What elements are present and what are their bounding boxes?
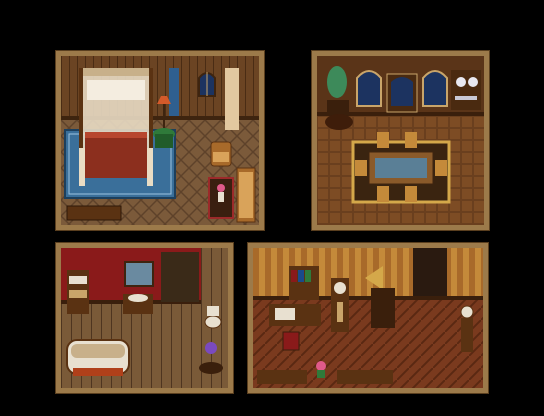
bookshelf[interactable] — [289, 266, 319, 300]
arched-window[interactable] — [356, 70, 382, 107]
bedroom-room — [55, 50, 265, 231]
dining-room — [311, 50, 490, 231]
bathtub[interactable] — [66, 339, 130, 376]
bench[interactable] — [337, 370, 393, 384]
cabinet[interactable] — [386, 73, 418, 113]
flower-vase[interactable] — [217, 184, 225, 202]
shelf[interactable] — [67, 270, 89, 314]
bench[interactable] — [257, 370, 307, 384]
flower-pot[interactable] — [316, 361, 326, 378]
mirror[interactable] — [124, 261, 154, 287]
bench[interactable] — [66, 205, 122, 221]
study-room — [247, 242, 489, 394]
arched-window[interactable] — [422, 70, 448, 107]
side-table[interactable] — [153, 128, 175, 148]
sofa[interactable] — [236, 167, 256, 223]
side-table[interactable] — [325, 114, 353, 130]
desk[interactable] — [269, 304, 321, 326]
sink[interactable] — [123, 294, 153, 314]
arched-window[interactable] — [198, 72, 216, 97]
grandfather-clock[interactable] — [331, 278, 349, 332]
canopy-bed[interactable] — [79, 68, 153, 186]
pendulum-clock[interactable] — [460, 305, 474, 352]
dining-table[interactable] — [368, 151, 434, 185]
curtain-left — [169, 68, 179, 116]
armchair[interactable] — [210, 141, 232, 167]
chair[interactable] — [282, 331, 300, 351]
tea-set-shelf[interactable] — [451, 70, 481, 110]
curtain-right — [225, 68, 239, 130]
bathroom-room — [55, 242, 234, 394]
